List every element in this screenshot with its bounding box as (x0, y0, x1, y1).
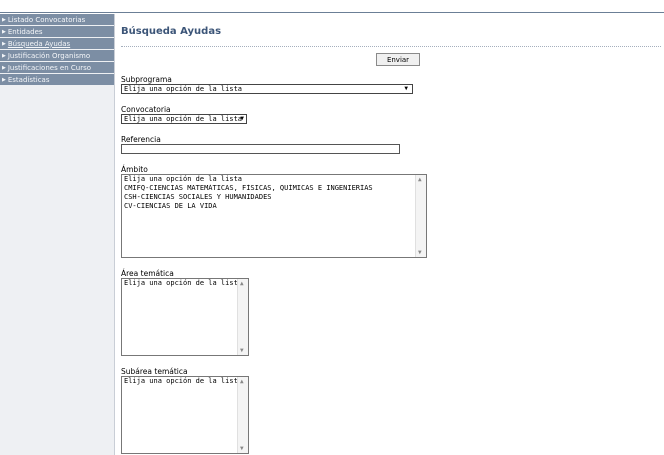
list-option[interactable]: CSH-CIENCIAS SOCIALES Y HUMANIDADES (122, 193, 426, 202)
list-option[interactable]: Elija una opción de la lista (122, 279, 248, 288)
sidebar-item-label: Estadísticas (7, 75, 50, 84)
sidebar-item-label: Justificación Organismo (7, 51, 91, 60)
sidebar-item-label: Entidades (7, 27, 43, 36)
triangle-right-icon: ▶ (2, 28, 6, 35)
triangle-down-icon[interactable]: ▼ (240, 445, 244, 452)
triangle-right-icon: ▶ (2, 16, 6, 23)
triangle-down-icon: ▼ (404, 85, 408, 92)
page-title: Búsqueda Ayudas (121, 26, 222, 37)
sidebar-item-label: Búsqueda Ayudas (7, 39, 71, 48)
sidebar-item-busqueda-ayudas[interactable]: ▶ Búsqueda Ayudas (0, 38, 114, 49)
subprograma-select[interactable]: Elija una opción de la lista ▼ (121, 84, 413, 94)
area-tematica-listbox[interactable]: Elija una opción de la lista ▲ ▼ (121, 278, 249, 356)
triangle-up-icon[interactable]: ▲ (240, 378, 244, 385)
triangle-right-icon: ▶ (2, 40, 6, 47)
list-option[interactable]: Elija una opción de la lista (122, 377, 248, 386)
triangle-down-icon[interactable]: ▼ (240, 347, 244, 354)
subarea-tematica-label: Subárea temática (121, 367, 188, 376)
main-content: Búsqueda Ayudas Enviar Subprograma Elija… (121, 14, 664, 454)
convocatoria-select[interactable]: Elija una opción de la lista ▼ (121, 114, 247, 124)
subprograma-label: Subprograma (121, 75, 172, 84)
triangle-right-icon: ▶ (2, 52, 6, 59)
sidebar-item-label: Listado Convocatorias (7, 15, 86, 24)
convocatoria-selected-value: Elija una opción de la lista (124, 115, 243, 123)
sidebar-item-entidades[interactable]: ▶ Entidades (0, 26, 114, 37)
ambito-listbox[interactable]: Elija una opción de la lista CMIFQ-CIENC… (121, 174, 427, 258)
referencia-label: Referencia (121, 135, 161, 144)
triangle-right-icon: ▶ (2, 64, 6, 71)
sidebar-item-justificaciones-en-curso[interactable]: ▶ Justificaciones en Curso (0, 62, 114, 73)
subarea-tematica-listbox[interactable]: Elija una opción de la lista ▲ ▼ (121, 376, 249, 454)
listbox-scrollbar[interactable]: ▲ ▼ (415, 175, 426, 257)
triangle-down-icon: ▼ (240, 115, 244, 122)
listbox-scrollbar[interactable]: ▲ ▼ (237, 377, 248, 453)
header-divider (0, 12, 664, 13)
sidebar-item-estadisticas[interactable]: ▶ Estadísticas (0, 74, 114, 85)
ambito-label: Ámbito (121, 165, 148, 174)
send-row: Enviar (121, 47, 664, 66)
send-button[interactable]: Enviar (376, 53, 420, 66)
triangle-down-icon[interactable]: ▼ (418, 249, 422, 256)
list-option[interactable]: Elija una opción de la lista (122, 175, 426, 184)
sidebar-nav: ▶ Listado Convocatorias ▶ Entidades ▶ Bú… (0, 14, 115, 455)
area-tematica-label: Área temática (121, 269, 174, 278)
sidebar-item-listado-convocatorias[interactable]: ▶ Listado Convocatorias (0, 14, 114, 25)
sidebar-item-label: Justificaciones en Curso (7, 63, 92, 72)
triangle-right-icon: ▶ (2, 76, 6, 83)
referencia-input[interactable] (121, 144, 400, 154)
sidebar-item-justificacion-organismo[interactable]: ▶ Justificación Organismo (0, 50, 114, 61)
subprograma-selected-value: Elija una opción de la lista (124, 85, 243, 93)
triangle-up-icon[interactable]: ▲ (240, 280, 244, 287)
list-option[interactable]: CMIFQ-CIENCIAS MATEMÁTICAS, FÍSICAS, QUÍ… (122, 184, 426, 193)
triangle-up-icon[interactable]: ▲ (418, 176, 422, 183)
list-option[interactable]: CV-CIENCIAS DE LA VIDA (122, 202, 426, 211)
listbox-scrollbar[interactable]: ▲ ▼ (237, 279, 248, 355)
convocatoria-label: Convocatoria (121, 105, 171, 114)
